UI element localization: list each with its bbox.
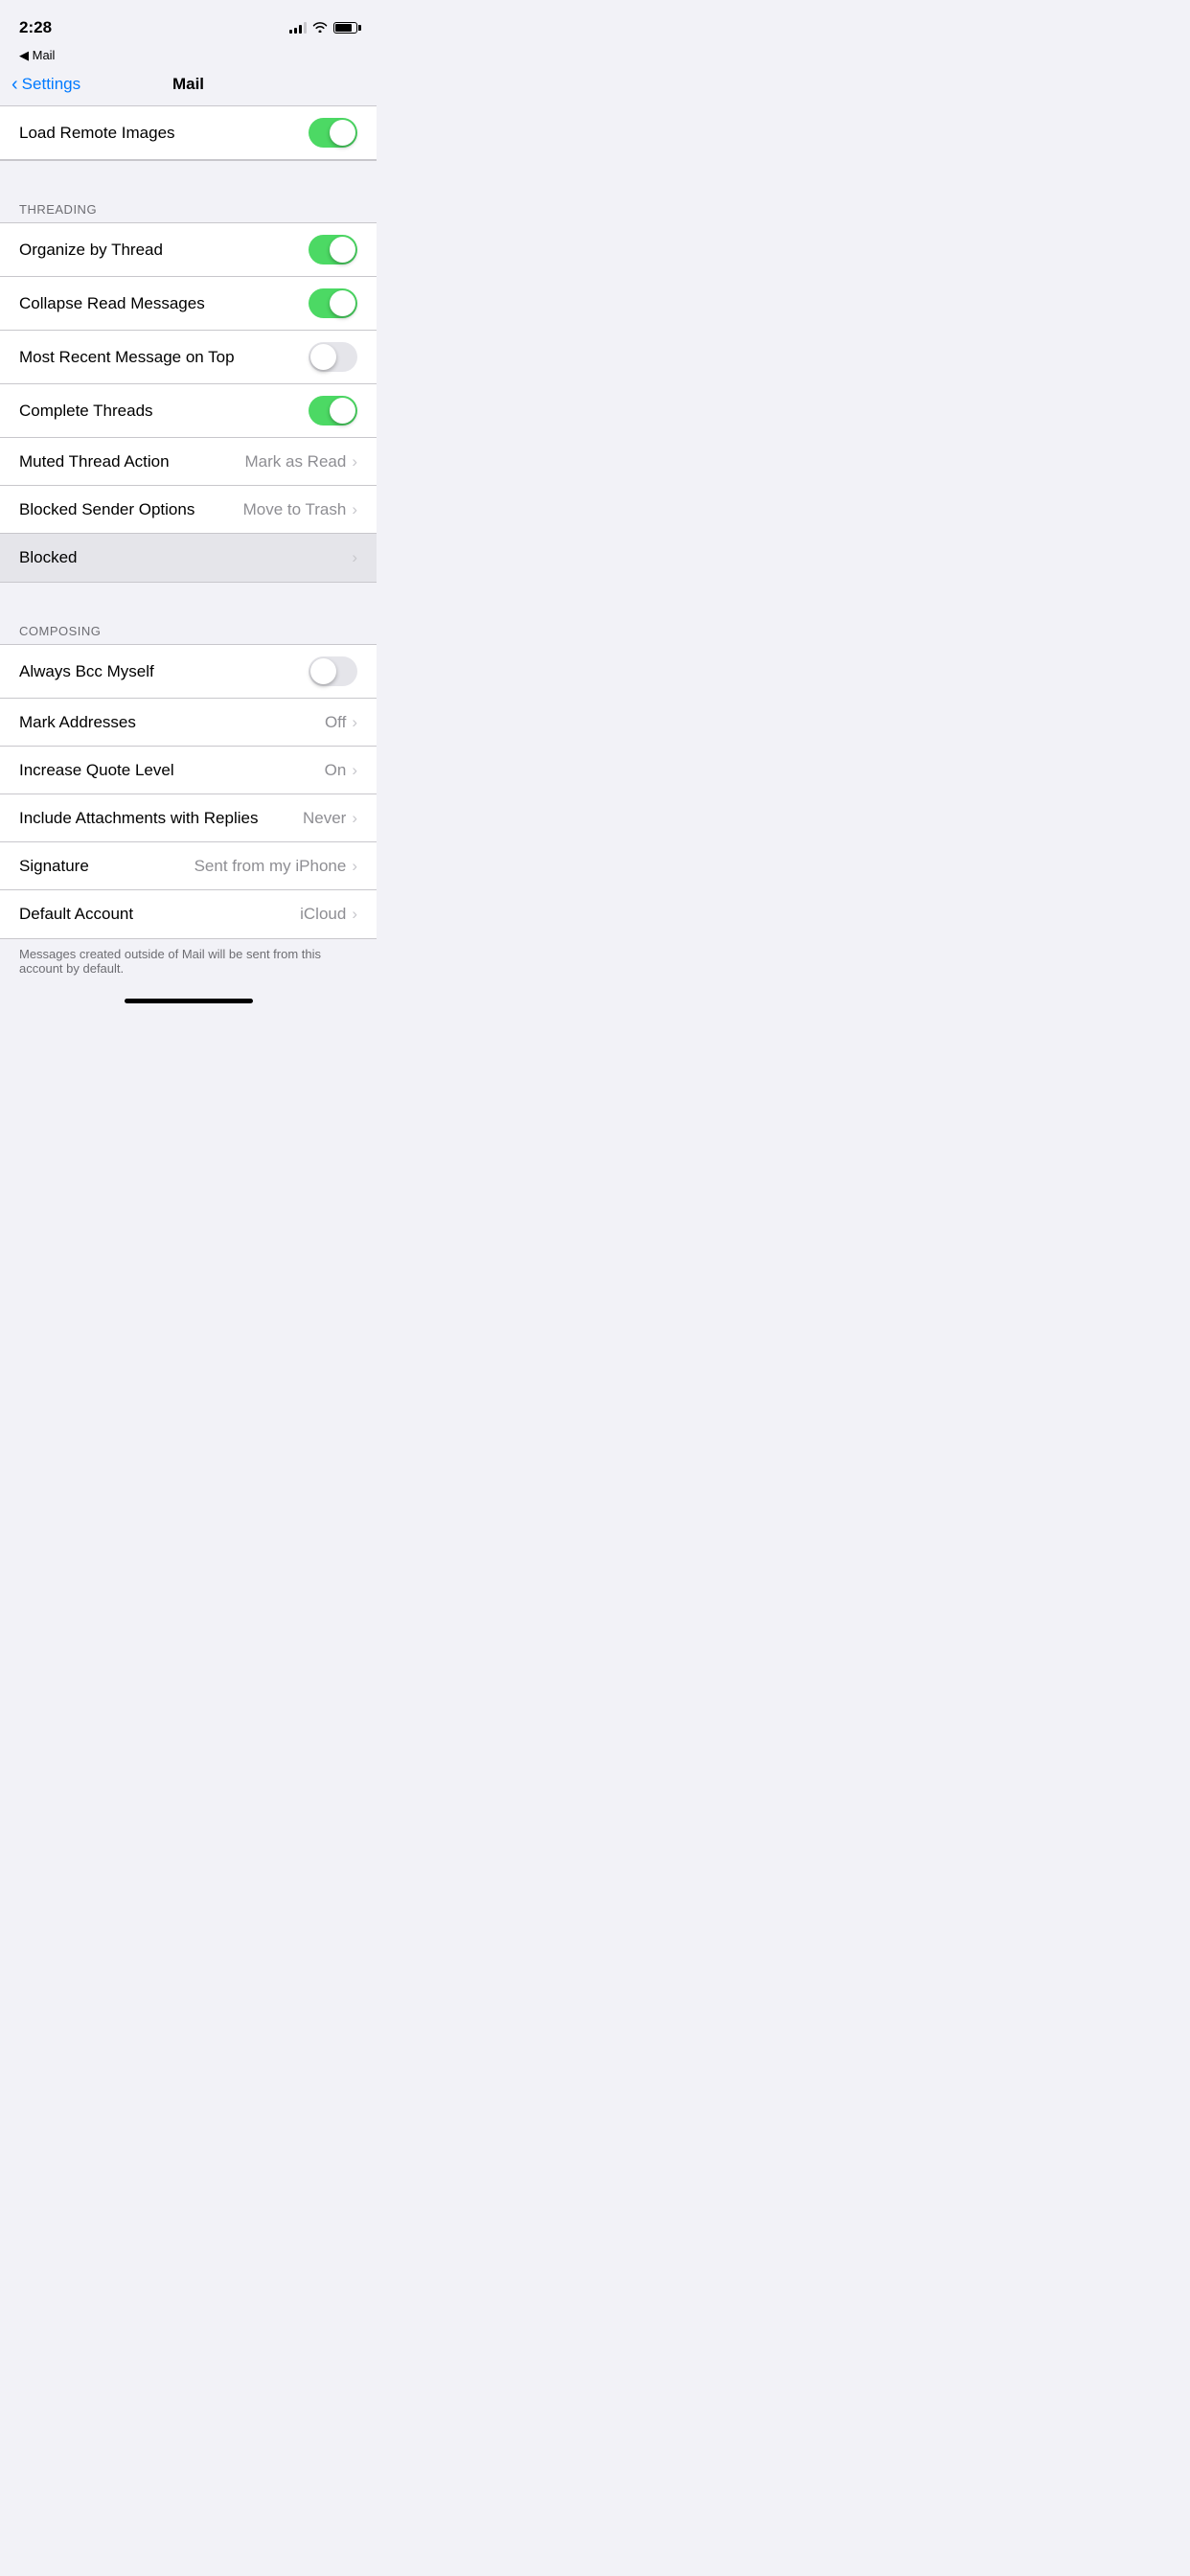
signature-row[interactable]: Signature Sent from my iPhone › bbox=[0, 842, 377, 890]
back-label: Settings bbox=[22, 75, 80, 94]
blocked-chevron-icon: › bbox=[352, 548, 357, 567]
include-attachments-chevron-icon: › bbox=[352, 809, 357, 828]
blocked-sender-options-chevron-icon: › bbox=[352, 500, 357, 519]
home-bar bbox=[125, 999, 253, 1003]
organize-by-thread-label: Organize by Thread bbox=[19, 241, 163, 260]
complete-threads-label: Complete Threads bbox=[19, 402, 153, 421]
page-title: Mail bbox=[172, 75, 204, 94]
signature-chevron-icon: › bbox=[352, 857, 357, 876]
nav-bar: ‹ Settings Mail bbox=[0, 67, 377, 105]
load-remote-images-toggle[interactable] bbox=[309, 118, 357, 148]
collapse-read-messages-row[interactable]: Collapse Read Messages bbox=[0, 277, 377, 331]
complete-threads-right bbox=[309, 396, 357, 426]
complete-threads-toggle[interactable] bbox=[309, 396, 357, 426]
battery-icon bbox=[333, 22, 357, 34]
blocked-sender-options-value: Move to Trash bbox=[243, 500, 347, 519]
organize-by-thread-toggle[interactable] bbox=[309, 235, 357, 264]
increase-quote-level-right: On › bbox=[325, 761, 357, 780]
default-account-chevron-icon: › bbox=[352, 905, 357, 924]
load-remote-images-label: Load Remote Images bbox=[19, 124, 175, 143]
organize-by-thread-right bbox=[309, 235, 357, 264]
footer-note: Messages created outside of Mail will be… bbox=[0, 939, 377, 991]
signature-label: Signature bbox=[19, 857, 89, 876]
always-bcc-myself-row[interactable]: Always Bcc Myself bbox=[0, 645, 377, 699]
back-chevron-icon: ‹ bbox=[11, 74, 18, 96]
default-account-label: Default Account bbox=[19, 905, 133, 924]
muted-thread-action-label: Muted Thread Action bbox=[19, 452, 170, 472]
signature-right: Sent from my iPhone › bbox=[195, 857, 357, 876]
status-bar: 2:28 bbox=[0, 0, 377, 48]
composing-section-header: COMPOSING bbox=[0, 616, 377, 644]
partial-section: Load Remote Images bbox=[0, 105, 377, 161]
complete-threads-row[interactable]: Complete Threads bbox=[0, 384, 377, 438]
increase-quote-level-value: On bbox=[325, 761, 347, 780]
blocked-row[interactable]: Blocked › bbox=[0, 534, 377, 582]
muted-thread-action-chevron-icon: › bbox=[352, 452, 357, 472]
signature-value: Sent from my iPhone bbox=[195, 857, 347, 876]
increase-quote-level-chevron-icon: › bbox=[352, 761, 357, 780]
increase-quote-level-row[interactable]: Increase Quote Level On › bbox=[0, 747, 377, 794]
default-account-value: iCloud bbox=[300, 905, 346, 924]
signal-icon bbox=[289, 22, 307, 34]
composing-section: Always Bcc Myself Mark Addresses Off › I… bbox=[0, 644, 377, 939]
most-recent-message-label: Most Recent Message on Top bbox=[19, 348, 235, 367]
back-hint: ◀ Mail bbox=[0, 48, 377, 67]
always-bcc-myself-right bbox=[309, 656, 357, 686]
mark-addresses-chevron-icon: › bbox=[352, 713, 357, 732]
most-recent-message-toggle[interactable] bbox=[309, 342, 357, 372]
home-indicator bbox=[0, 991, 377, 1011]
collapse-read-messages-label: Collapse Read Messages bbox=[19, 294, 205, 313]
blocked-sender-options-label: Blocked Sender Options bbox=[19, 500, 195, 519]
mark-addresses-value: Off bbox=[325, 713, 346, 732]
back-button[interactable]: ‹ Settings bbox=[11, 74, 80, 96]
gap-1 bbox=[0, 161, 377, 195]
default-account-right: iCloud › bbox=[300, 905, 357, 924]
most-recent-message-right bbox=[309, 342, 357, 372]
status-time: 2:28 bbox=[19, 18, 52, 37]
collapse-read-messages-toggle[interactable] bbox=[309, 288, 357, 318]
status-icons bbox=[289, 21, 357, 35]
gap-2 bbox=[0, 583, 377, 616]
muted-thread-action-right: Mark as Read › bbox=[245, 452, 358, 472]
include-attachments-row[interactable]: Include Attachments with Replies Never › bbox=[0, 794, 377, 842]
muted-thread-action-value: Mark as Read bbox=[245, 452, 347, 472]
include-attachments-right: Never › bbox=[303, 809, 357, 828]
mark-addresses-row[interactable]: Mark Addresses Off › bbox=[0, 699, 377, 747]
blocked-sender-options-right: Move to Trash › bbox=[243, 500, 357, 519]
mark-addresses-right: Off › bbox=[325, 713, 357, 732]
include-attachments-label: Include Attachments with Replies bbox=[19, 809, 258, 828]
collapse-read-messages-right bbox=[309, 288, 357, 318]
blocked-label: Blocked bbox=[19, 548, 77, 567]
organize-by-thread-row[interactable]: Organize by Thread bbox=[0, 223, 377, 277]
threading-section: Organize by Thread Collapse Read Message… bbox=[0, 222, 377, 583]
wifi-icon bbox=[312, 21, 328, 35]
most-recent-message-row[interactable]: Most Recent Message on Top bbox=[0, 331, 377, 384]
mark-addresses-label: Mark Addresses bbox=[19, 713, 136, 732]
always-bcc-myself-label: Always Bcc Myself bbox=[19, 662, 154, 681]
blocked-sender-options-row[interactable]: Blocked Sender Options Move to Trash › bbox=[0, 486, 377, 534]
load-remote-images-row[interactable]: Load Remote Images bbox=[0, 106, 377, 160]
always-bcc-myself-toggle[interactable] bbox=[309, 656, 357, 686]
blocked-right: › bbox=[352, 548, 357, 567]
threading-section-header: THREADING bbox=[0, 195, 377, 222]
increase-quote-level-label: Increase Quote Level bbox=[19, 761, 174, 780]
default-account-row[interactable]: Default Account iCloud › bbox=[0, 890, 377, 938]
include-attachments-value: Never bbox=[303, 809, 346, 828]
muted-thread-action-row[interactable]: Muted Thread Action Mark as Read › bbox=[0, 438, 377, 486]
